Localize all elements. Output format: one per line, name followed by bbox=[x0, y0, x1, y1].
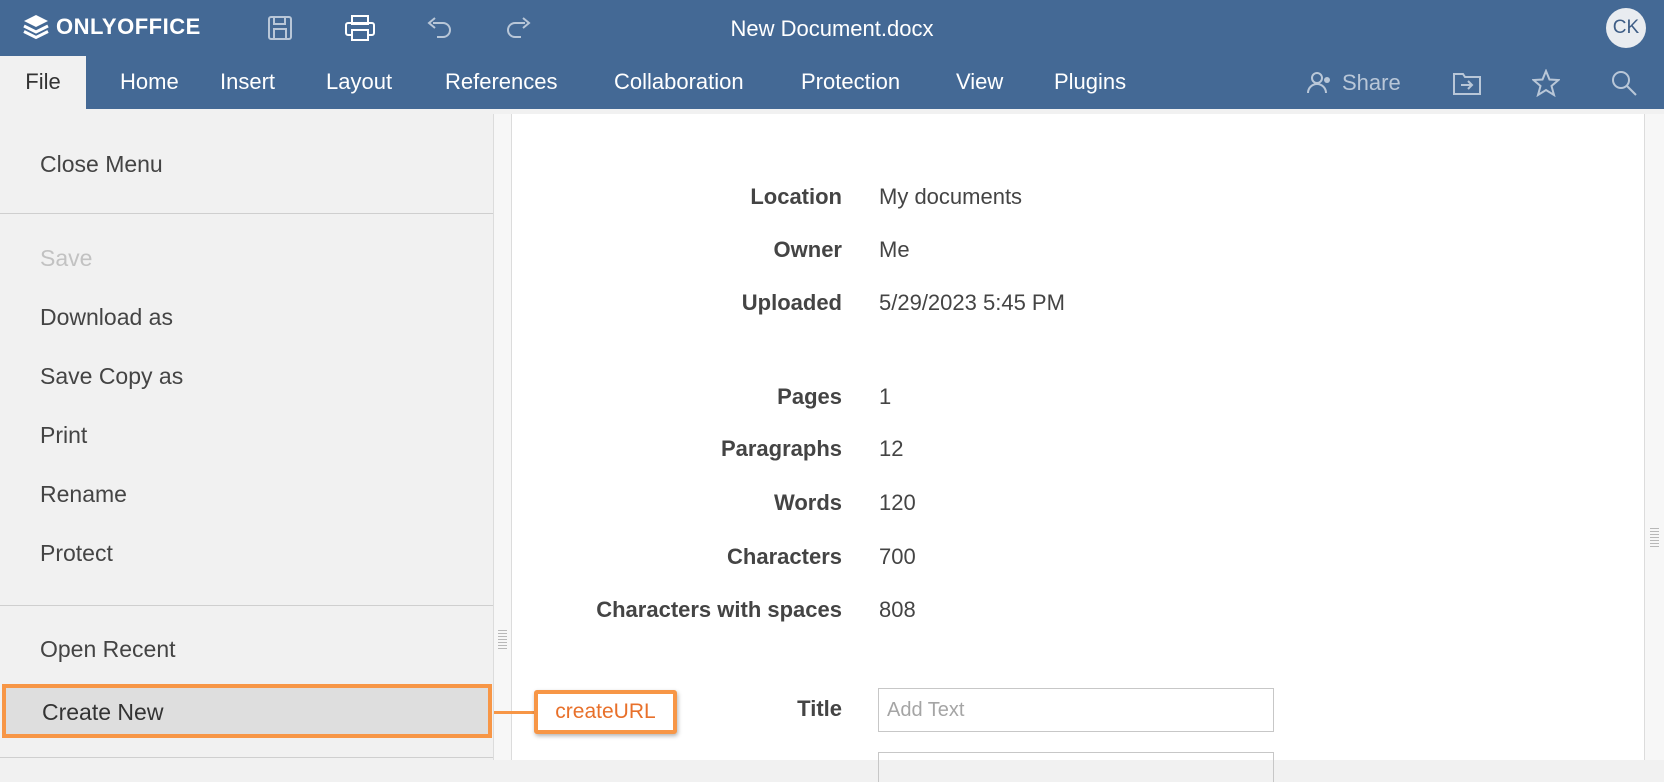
characters-with-spaces-label: Characters with spaces bbox=[596, 597, 842, 622]
document-info-panel: Location My documents Owner Me Uploaded … bbox=[512, 114, 1644, 782]
search-icon[interactable] bbox=[1610, 66, 1638, 100]
location-label: Location bbox=[750, 184, 842, 209]
tab-plugins[interactable]: Plugins bbox=[1054, 56, 1126, 109]
title-input[interactable] bbox=[878, 688, 1274, 732]
menu-save[interactable]: Save bbox=[40, 245, 92, 272]
uploaded-value: 5/29/2023 5:45 PM bbox=[879, 290, 1065, 315]
file-menu: Close Menu Save Download as Save Copy as… bbox=[0, 109, 493, 760]
menu-resize-grip[interactable] bbox=[498, 630, 507, 650]
tab-references[interactable]: References bbox=[445, 56, 558, 109]
subject-input[interactable] bbox=[878, 752, 1274, 782]
menu-print[interactable]: Print bbox=[40, 422, 87, 449]
menu-create-new[interactable]: Create New bbox=[2, 684, 492, 738]
share-button[interactable]: Share bbox=[1306, 66, 1401, 100]
favorite-star-icon[interactable] bbox=[1532, 66, 1560, 100]
menu-scrollbar[interactable] bbox=[493, 114, 512, 760]
open-location-icon[interactable] bbox=[1452, 66, 1482, 100]
menu-separator bbox=[0, 213, 493, 214]
menu-protect[interactable]: Protect bbox=[40, 540, 113, 567]
menu-rename[interactable]: Rename bbox=[40, 481, 127, 508]
share-users-icon bbox=[1307, 72, 1330, 94]
owner-value: Me bbox=[879, 237, 910, 262]
menu-separator bbox=[0, 757, 493, 758]
characters-with-spaces-value: 808 bbox=[879, 597, 916, 622]
ribbon-tab-bar: File Home Insert Layout References Colla… bbox=[0, 56, 1664, 109]
tab-view[interactable]: View bbox=[956, 56, 1003, 109]
document-title: New Document.docx bbox=[730, 16, 934, 41]
owner-label: Owner bbox=[773, 237, 842, 262]
paragraphs-label: Paragraphs bbox=[720, 436, 842, 461]
annotation-callout: createURL bbox=[534, 690, 677, 734]
words-value: 120 bbox=[879, 490, 916, 515]
words-label: Words bbox=[773, 490, 842, 515]
tab-protection[interactable]: Protection bbox=[801, 56, 900, 109]
pages-label: Pages bbox=[777, 384, 842, 409]
panel-scrollbar[interactable] bbox=[1644, 114, 1664, 760]
paragraphs-value: 12 bbox=[879, 436, 904, 461]
characters-label: Characters bbox=[727, 544, 842, 569]
menu-download-as[interactable]: Download as bbox=[40, 304, 173, 331]
menu-close-menu[interactable]: Close Menu bbox=[40, 151, 163, 178]
tab-insert[interactable]: Insert bbox=[220, 56, 275, 109]
menu-create-new-label: Create New bbox=[42, 699, 164, 725]
tab-layout[interactable]: Layout bbox=[326, 56, 392, 109]
user-avatar[interactable]: CK bbox=[1606, 8, 1646, 48]
tab-file[interactable]: File bbox=[0, 56, 86, 109]
menu-open-recent[interactable]: Open Recent bbox=[40, 636, 176, 663]
tab-home[interactable]: Home bbox=[120, 56, 179, 109]
pages-value: 1 bbox=[879, 384, 892, 409]
characters-value: 700 bbox=[879, 544, 916, 569]
panel-scroll-grip[interactable] bbox=[1650, 528, 1659, 548]
callout-connector bbox=[494, 711, 534, 714]
share-label: Share bbox=[1342, 70, 1401, 95]
menu-separator bbox=[0, 605, 493, 606]
tab-collaboration[interactable]: Collaboration bbox=[614, 56, 744, 109]
uploaded-label: Uploaded bbox=[741, 290, 842, 315]
title-bar: ONLYOFFICE New Document.docx CK bbox=[0, 0, 1664, 56]
menu-save-copy-as[interactable]: Save Copy as bbox=[40, 363, 183, 390]
location-value: My documents bbox=[879, 184, 1023, 209]
